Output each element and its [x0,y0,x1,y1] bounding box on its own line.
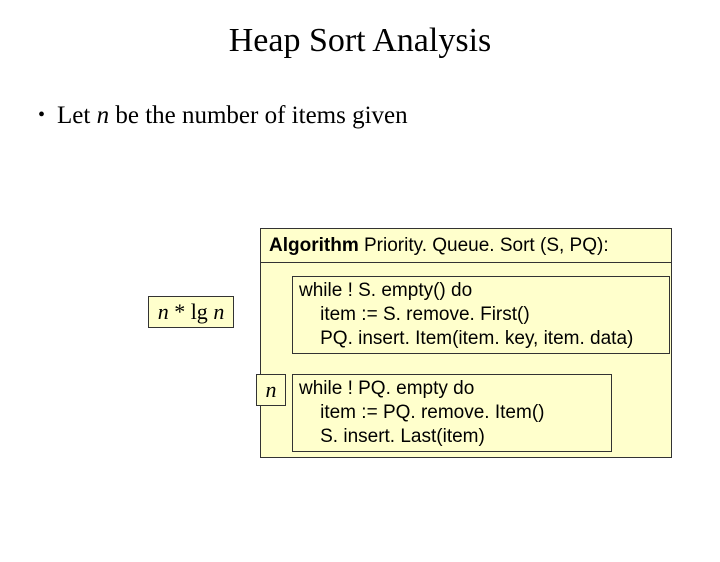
complexity-label-n: n [256,374,286,406]
code-block-phase1: while ! S. empty() do item := S. remove.… [292,276,670,354]
code2-line1: while ! PQ. empty do [299,378,474,399]
bullet-prefix: Let [57,102,97,129]
bullet-item: • Let n be the number of items given [38,102,720,130]
code1-line2: item := S. remove. First() [299,304,530,325]
complexity-label-nlgn: n * lg n [148,296,234,328]
code-block-phase2: while ! PQ. empty do item := PQ. remove.… [292,374,612,452]
algorithm-keyword: Algorithm [269,235,359,256]
bullet-suffix: be the number of items given [109,102,408,129]
nlgn-n2: n [213,299,224,324]
code2-line2: item := PQ. remove. Item() [299,402,544,423]
algorithm-header: Algorithm Priority. Queue. Sort (S, PQ): [261,229,671,263]
code2-line3: S. insert. Last(item) [299,426,485,447]
bullet-dot: • [38,105,45,125]
nlgn-n1: n [158,299,169,324]
code1-line3: PQ. insert. Item(item. key, item. data) [299,328,633,349]
bullet-var-n: n [97,102,110,129]
algorithm-signature: Priority. Queue. Sort (S, PQ): [359,235,609,256]
slide-title: Heap Sort Analysis [0,22,720,60]
nlgn-mid: * lg [169,299,214,324]
code1-line1: while ! S. empty() do [299,280,472,301]
bullet-text: Let n be the number of items given [57,102,408,130]
label-n-text: n [266,377,277,402]
